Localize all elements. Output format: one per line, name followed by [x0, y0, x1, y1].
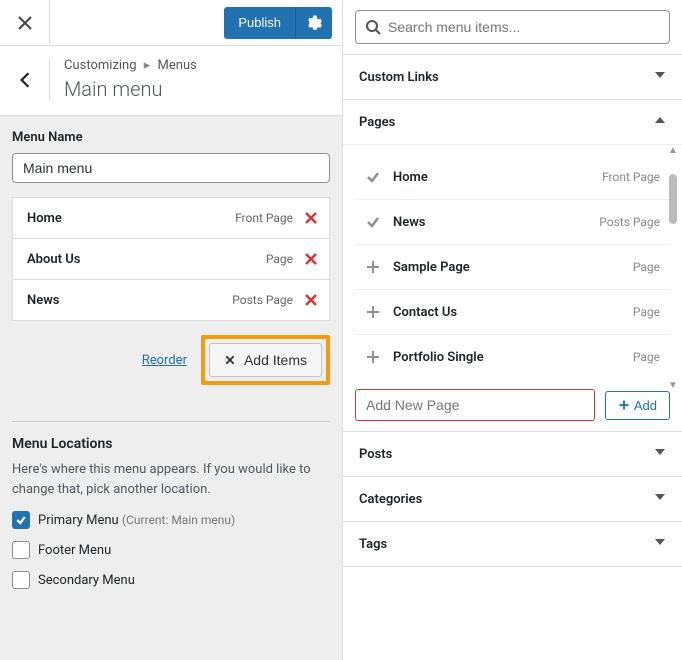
available-items-panel: Custom Links Pages ▲ ▼ Home Front Page: [342, 0, 682, 660]
menu-item[interactable]: About Us Page: [12, 238, 330, 279]
publish-settings-button[interactable]: [295, 7, 332, 39]
location-row[interactable]: Secondary Menu: [12, 571, 330, 589]
menu-item-label: About Us: [27, 252, 266, 267]
menu-item-type: Page: [266, 252, 293, 266]
add-items-button[interactable]: Add Items: [209, 343, 322, 377]
page-item-label: Sample Page: [393, 260, 633, 275]
add-new-page-input[interactable]: [355, 389, 595, 421]
close-icon: [224, 354, 236, 366]
remove-icon[interactable]: [303, 210, 319, 226]
chevron-down-icon: [654, 536, 666, 552]
plus-icon: [365, 259, 381, 275]
chevron-down-icon: [654, 491, 666, 507]
location-label: Footer Menu: [38, 543, 111, 558]
page-item[interactable]: Home Front Page: [355, 155, 670, 200]
checkbox[interactable]: [12, 571, 30, 589]
check-icon: [365, 169, 381, 185]
accordion-custom-links[interactable]: Custom Links: [343, 55, 682, 99]
plus-icon: [365, 304, 381, 320]
page-item-label: News: [393, 215, 599, 230]
checkbox[interactable]: [12, 511, 30, 529]
remove-icon[interactable]: [303, 251, 319, 267]
menu-name-input[interactable]: [12, 153, 330, 183]
locations-description: Here's where this menu appears. If you w…: [12, 460, 330, 499]
menu-item[interactable]: News Posts Page: [12, 279, 330, 321]
menu-name-label: Menu Name: [12, 130, 330, 145]
accordion-tags[interactable]: Tags: [343, 522, 682, 566]
scroll-down-icon[interactable]: ▼: [668, 380, 678, 391]
page-item-label: Contact Us: [393, 305, 633, 320]
search-menu-items-input[interactable]: [355, 10, 670, 44]
menu-item[interactable]: Home Front Page: [12, 197, 330, 238]
search-icon: [365, 19, 381, 35]
location-row[interactable]: Primary Menu (Current: Main menu): [12, 511, 330, 529]
close-customizer-button[interactable]: [0, 0, 50, 46]
menu-item-label: Home: [27, 211, 235, 226]
checkbox[interactable]: [12, 541, 30, 559]
check-icon: [365, 214, 381, 230]
add-page-button[interactable]: Add: [605, 391, 670, 420]
page-item[interactable]: News Posts Page: [355, 200, 670, 245]
location-current: (Current: Main menu): [122, 513, 235, 527]
accordion-categories[interactable]: Categories: [343, 477, 682, 521]
accordion-posts[interactable]: Posts: [343, 432, 682, 476]
gear-icon: [306, 15, 322, 31]
scrollbar[interactable]: ▲ ▼: [666, 145, 680, 391]
page-item-label: Portfolio Single: [393, 350, 633, 365]
plus-icon: [365, 349, 381, 365]
publish-button[interactable]: Publish: [224, 7, 295, 39]
back-button[interactable]: [0, 58, 50, 101]
locations-heading: Menu Locations: [12, 436, 330, 452]
chevron-left-icon: [16, 71, 34, 89]
breadcrumb: Customizing ▸ Menus: [64, 58, 197, 73]
page-item[interactable]: Sample Page Page: [355, 245, 670, 290]
menu-item-type: Front Page: [235, 211, 293, 225]
menu-item-type: Posts Page: [232, 293, 293, 307]
scroll-up-icon[interactable]: ▲: [668, 145, 678, 156]
location-label: Secondary Menu: [38, 573, 135, 588]
remove-icon[interactable]: [303, 292, 319, 308]
page-item[interactable]: Contact Us Page: [355, 290, 670, 335]
scroll-thumb[interactable]: [669, 174, 677, 224]
panel-title: Main menu: [64, 77, 197, 101]
page-item-label: Home: [393, 170, 602, 185]
breadcrumb-row: Customizing ▸ Menus Main menu: [0, 46, 342, 116]
reorder-link[interactable]: Reorder: [142, 353, 187, 368]
menu-locations-section: Menu Locations Here's where this menu ap…: [0, 422, 342, 615]
location-label: Primary Menu: [38, 513, 119, 528]
menu-items-list: Home Front Page About Us Page News Posts…: [12, 197, 330, 321]
accordion-pages[interactable]: Pages: [343, 100, 682, 144]
top-bar: Publish: [0, 0, 342, 46]
page-item-type: Page: [633, 260, 660, 274]
customizer-left-panel: Publish Customizing ▸ Menus Main menu Me…: [0, 0, 342, 660]
page-item-type: Page: [633, 350, 660, 364]
chevron-down-icon: [654, 446, 666, 462]
add-items-highlight: Add Items: [201, 335, 330, 385]
page-item[interactable]: Portfolio Single Page: [355, 335, 670, 379]
page-item-type: Page: [633, 305, 660, 319]
chevron-up-icon: [654, 114, 666, 130]
close-icon: [17, 15, 33, 31]
chevron-down-icon: [654, 69, 666, 85]
page-item-type: Posts Page: [599, 215, 660, 229]
location-row[interactable]: Footer Menu: [12, 541, 330, 559]
menu-item-label: News: [27, 293, 232, 308]
plus-icon: [618, 399, 630, 411]
page-item-type: Front Page: [602, 170, 660, 184]
